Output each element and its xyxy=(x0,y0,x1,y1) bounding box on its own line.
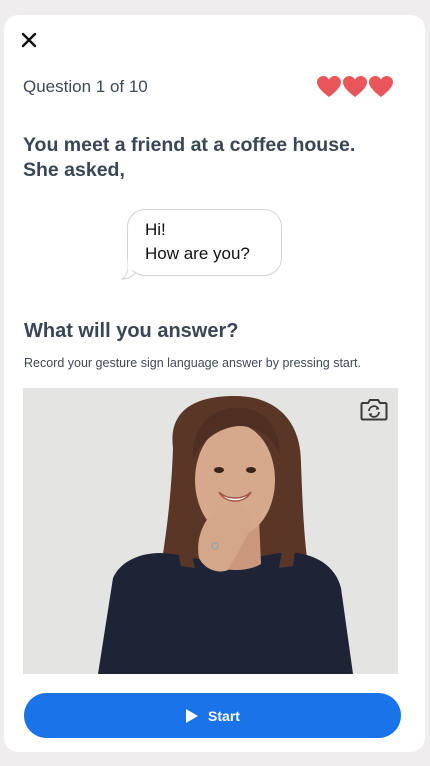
heart-icon xyxy=(369,76,393,97)
bubble-tail-cover xyxy=(128,258,134,270)
heart-icon xyxy=(343,76,367,97)
heart-icon xyxy=(317,76,341,97)
play-icon xyxy=(186,708,199,723)
bubble-text: Hi! xyxy=(145,220,166,239)
lives-indicator xyxy=(317,76,393,98)
answer-instruction: Record your gesture sign language answer… xyxy=(24,356,361,370)
close-button[interactable] xyxy=(18,29,40,51)
speech-bubble: Hi! How are you? xyxy=(127,209,282,276)
signer-figure xyxy=(23,388,398,674)
prompt-line: You meet a friend at a coffee house. xyxy=(23,134,356,156)
prompt-line: She asked, xyxy=(23,159,125,181)
camera-preview xyxy=(23,388,398,674)
camera-switch-icon xyxy=(360,399,388,421)
question-counter: Question 1 of 10 xyxy=(23,77,148,96)
start-button[interactable]: Start xyxy=(24,693,401,738)
start-label: Start xyxy=(208,707,240,724)
camera-switch-button[interactable] xyxy=(360,396,388,422)
answer-heading: What will you answer? xyxy=(24,320,239,342)
bubble-text: How are you? xyxy=(145,244,250,263)
close-icon xyxy=(21,32,37,48)
question-prompt: You meet a friend at a coffee house. She… xyxy=(23,133,403,183)
